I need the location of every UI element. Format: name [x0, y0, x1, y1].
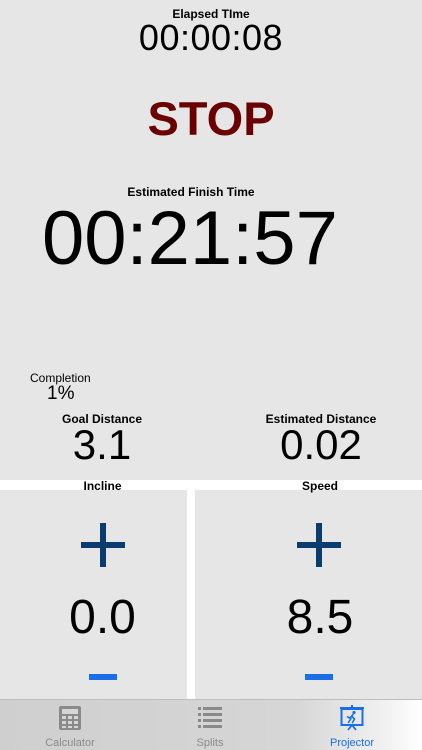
stop-button[interactable]: STOP	[111, 88, 311, 150]
incline-label: Incline	[83, 479, 122, 493]
minus-icon	[89, 674, 117, 680]
speed-value: 8.5	[286, 591, 354, 644]
calculator-icon	[59, 706, 81, 730]
incline-plus-button[interactable]	[81, 523, 125, 567]
goal-distance-value[interactable]: 3.1	[40, 422, 164, 468]
elapsed-time-value: 00:00:08	[138, 17, 284, 58]
incline-value: 0.0	[69, 591, 136, 644]
tab-splits[interactable]: Splits	[140, 700, 280, 750]
tab-calculator-label: Calculator	[45, 737, 95, 749]
estimated-finish-time-value: 00:21:57	[42, 196, 338, 281]
tab-projector-label: Projector	[329, 737, 375, 749]
estimated-distance-value: 0.02	[280, 421, 362, 468]
speed-minus-button[interactable]	[305, 672, 333, 682]
completion-value: 1%	[47, 383, 75, 404]
incline-minus-button[interactable]	[89, 672, 117, 682]
speed-label: Speed	[301, 479, 338, 493]
speed-plus-button[interactable]	[297, 523, 341, 567]
projector-runner-icon	[340, 705, 364, 731]
tab-projector[interactable]: Projector	[282, 700, 422, 750]
tab-calculator[interactable]: Calculator	[0, 700, 140, 750]
tab-bar: Calculator Splits Projector	[0, 699, 422, 750]
minus-icon	[305, 674, 333, 680]
tab-splits-label: Splits	[196, 737, 224, 749]
list-icon	[198, 707, 222, 728]
